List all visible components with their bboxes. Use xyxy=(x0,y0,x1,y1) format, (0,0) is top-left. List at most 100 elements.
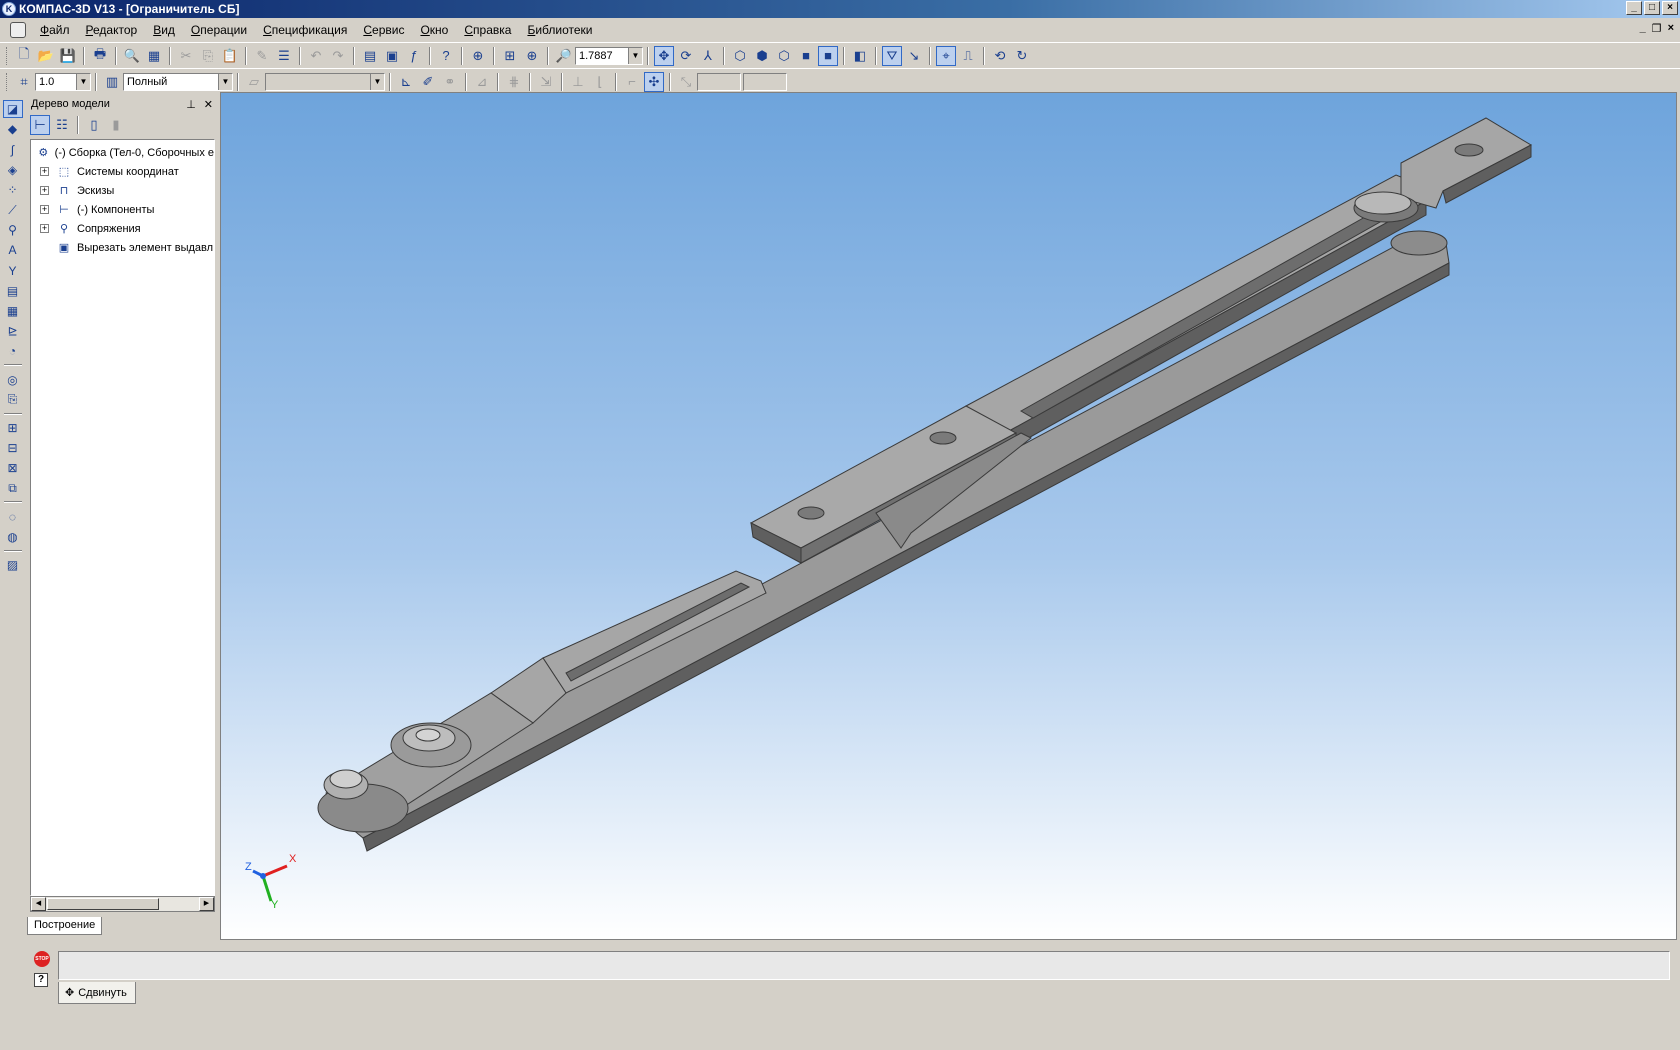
tree-horizontal-scrollbar[interactable]: ◀ ▶ xyxy=(30,896,215,912)
measure-toolbar-icon[interactable]: ⊵ xyxy=(3,322,23,340)
layers-icon[interactable]: ▤ xyxy=(360,46,380,66)
sheet-metal-icon[interactable]: ◔ xyxy=(3,342,23,360)
wireframe-icon[interactable]: ⬡ xyxy=(730,46,750,66)
parametric-icon[interactable]: ⚭ xyxy=(440,72,460,92)
grid-icon[interactable]: ⋕ xyxy=(504,72,524,92)
menu-libraries[interactable]: Библиотеки xyxy=(519,19,600,41)
zoom-in-icon[interactable]: ⊕ xyxy=(522,46,542,66)
doc-close-button[interactable]: × xyxy=(1668,22,1674,35)
display-mode-combo[interactable]: Полный ▼ xyxy=(123,72,233,91)
zoom-icon[interactable]: 🔎 xyxy=(554,46,574,66)
pan-icon[interactable]: ✥ xyxy=(654,45,674,66)
lower-link-part[interactable] xyxy=(332,230,1450,852)
round-icon[interactable]: ⌐ xyxy=(622,72,642,92)
move-component-icon[interactable]: ⊟ xyxy=(3,439,23,457)
menu-file[interactable]: Файл xyxy=(32,19,78,41)
print-icon[interactable]: 🖶 xyxy=(90,46,110,66)
select-filter-icon[interactable]: ↘ xyxy=(904,46,924,66)
reports-icon[interactable]: ▦ xyxy=(3,302,23,320)
solid-icon[interactable]: ◆ xyxy=(3,120,23,138)
open-component-icon[interactable]: ⎘ xyxy=(3,391,23,409)
view-icon[interactable]: ◎ xyxy=(3,370,23,388)
hidden-lines-thin-icon[interactable]: ⬡ xyxy=(774,46,794,66)
tree-item-components[interactable]: + ⊢ (-) Компоненты xyxy=(31,200,214,219)
measure-icon[interactable]: ⎍ xyxy=(958,46,978,66)
expand-icon[interactable]: + xyxy=(40,224,49,233)
open-file-icon[interactable]: 📂 xyxy=(36,46,56,66)
scroll-thumb[interactable] xyxy=(47,898,159,910)
scroll-left-icon[interactable]: ◀ xyxy=(31,897,46,911)
maximize-button[interactable]: □ xyxy=(1644,1,1660,15)
preview-icon[interactable]: 🔍 xyxy=(122,46,142,66)
copy-icon[interactable]: ⎘ xyxy=(198,46,218,66)
new-file-icon[interactable]: 🗋 xyxy=(14,46,34,66)
snap-points-icon[interactable]: ✣ xyxy=(644,71,664,92)
pan-command-button[interactable]: ✥ Сдвинуть xyxy=(58,982,136,1004)
filter-icon[interactable]: ⛛ xyxy=(882,45,902,66)
menu-specification[interactable]: Спецификация xyxy=(255,19,355,41)
expand-icon[interactable]: + xyxy=(40,186,49,195)
library-icon[interactable]: ▣ xyxy=(382,46,402,66)
tree-item-coordinate-systems[interactable]: + ⬚ Системы координат xyxy=(31,162,214,181)
expand-icon[interactable]: + xyxy=(40,205,49,214)
cut-icon[interactable]: ✂ xyxy=(176,46,196,66)
tree-root[interactable]: ⚙ (-) Сборка (Тел-0, Сборочных е xyxy=(31,143,214,162)
snap-icon[interactable]: ⌖ xyxy=(936,45,956,66)
mass-properties-icon[interactable]: ◍ xyxy=(3,528,23,546)
manager-icon[interactable]: ▦ xyxy=(144,46,164,66)
close-button[interactable]: × xyxy=(1662,1,1678,15)
chevron-down-icon[interactable]: ▼ xyxy=(370,73,384,90)
list-icon[interactable]: ☰ xyxy=(274,46,294,66)
orientation-icon[interactable]: ⅄ xyxy=(698,46,718,66)
scroll-right-icon[interactable]: ▶ xyxy=(199,897,214,911)
toolbar-gripper[interactable] xyxy=(6,72,9,91)
perspective-icon[interactable]: ◧ xyxy=(850,46,870,66)
specification-icon[interactable]: ▤ xyxy=(3,282,23,300)
undo-icon[interactable]: ↶ xyxy=(306,46,326,66)
dimensions-icon[interactable]: A xyxy=(3,241,23,259)
tree-structure-icon[interactable]: ⊢ xyxy=(30,115,50,135)
close-icon[interactable]: ✕ xyxy=(204,98,213,111)
tree-item-extrude-cut[interactable]: ▣ Вырезать элемент выдавл xyxy=(31,238,214,257)
panel-settings-icon[interactable]: ▨ xyxy=(3,556,23,574)
collision-check-icon[interactable]: ◌ xyxy=(3,507,23,525)
properties-icon[interactable]: ✎ xyxy=(252,46,272,66)
save-icon[interactable]: 💾 xyxy=(58,46,78,66)
document-icon[interactable] xyxy=(10,22,26,38)
display-mode-icon[interactable]: ▥ xyxy=(102,72,122,92)
menu-operations[interactable]: Операции xyxy=(183,19,255,41)
editing-details-icon[interactable]: ◪ xyxy=(2,100,23,119)
hidden-lines-icon[interactable]: ⬢ xyxy=(752,46,772,66)
shaded-icon[interactable]: ■ xyxy=(796,46,816,66)
top-tab-part[interactable] xyxy=(1400,117,1533,209)
layer-combo[interactable]: ▼ xyxy=(265,72,385,91)
tree-display-mode-icon[interactable]: ☷ xyxy=(52,115,72,135)
redo-icon[interactable]: ↷ xyxy=(328,46,348,66)
corner-icon[interactable]: ⌊ xyxy=(590,72,610,92)
assembly-model[interactable] xyxy=(221,93,1676,939)
cursor-y-field[interactable] xyxy=(743,72,787,91)
auxiliary-geometry-icon[interactable]: ⟋ xyxy=(3,201,23,219)
rotate-icon[interactable]: ⟳ xyxy=(676,46,696,66)
stop-icon[interactable]: STOP xyxy=(34,951,50,967)
step-icon[interactable]: ⌗ xyxy=(14,72,34,92)
layer-icon[interactable]: ▱ xyxy=(244,72,264,92)
coordinate-system-icon[interactable]: ⊾ xyxy=(396,72,416,92)
cursor-x-field[interactable] xyxy=(697,72,741,91)
help-pointer-icon[interactable]: ? xyxy=(436,46,456,66)
pin-icon[interactable]: ⊥ xyxy=(186,98,196,111)
help-icon[interactable]: ? xyxy=(34,973,48,987)
rebuild-icon[interactable]: ⟲ xyxy=(990,46,1010,66)
chevron-down-icon[interactable]: ▼ xyxy=(628,47,642,64)
tree-properties-icon[interactable]: ▯ xyxy=(84,115,104,135)
local-cs-icon[interactable]: ⇲ xyxy=(536,72,556,92)
chevron-down-icon[interactable]: ▼ xyxy=(76,73,90,90)
menu-help[interactable]: Справка xyxy=(456,19,519,41)
doc-restore-button[interactable]: ❐ xyxy=(1652,22,1662,35)
cursor-coords-icon[interactable]: ⤡ xyxy=(676,72,696,92)
menu-edit[interactable]: Редактор xyxy=(78,19,146,41)
zoom-frame-icon[interactable]: ⊕ xyxy=(468,46,488,66)
menu-service[interactable]: Сервис xyxy=(355,19,412,41)
shaded-edges-icon[interactable]: ■ xyxy=(818,45,838,66)
curves-icon[interactable]: ∫ xyxy=(3,141,23,159)
